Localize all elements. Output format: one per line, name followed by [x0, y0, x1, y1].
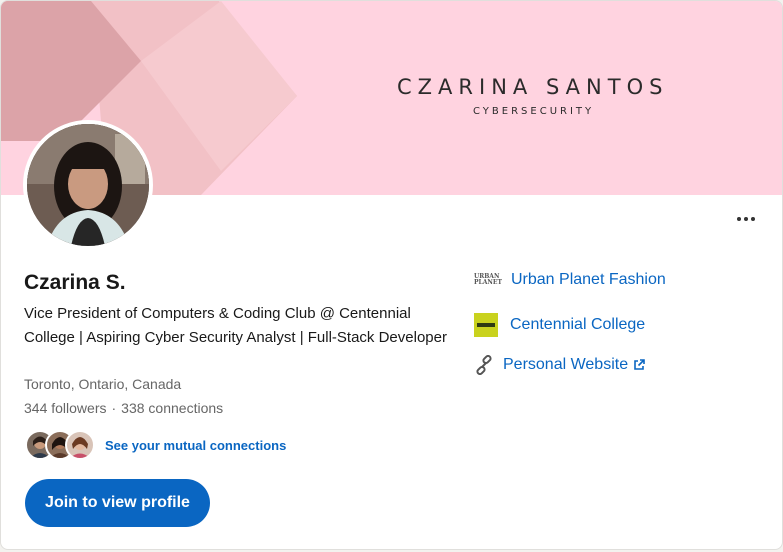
- company-link[interactable]: URBAN PLANET Urban Planet Fashion: [474, 270, 666, 290]
- profile-card: CZARINA SANTOS CYBERSECURITY Czarina S. …: [0, 0, 783, 550]
- profile-stats: 344 followers · 338 connections: [24, 400, 223, 416]
- mutual-avatars: [25, 430, 97, 460]
- website-link-label[interactable]: Personal Website: [503, 356, 628, 374]
- external-link-icon: [634, 359, 645, 370]
- more-options-button[interactable]: [729, 207, 763, 231]
- urban-planet-logo: URBAN PLANET: [474, 273, 502, 286]
- profile-headline: Vice President of Computers & Coding Clu…: [24, 305, 447, 346]
- school-link-label[interactable]: Centennial College: [510, 316, 645, 334]
- more-horizontal-icon: [737, 217, 741, 221]
- link-icon: [476, 355, 492, 375]
- banner-subtitle: CYBERSECURITY: [473, 106, 595, 117]
- followers-count: 344 followers: [24, 400, 107, 416]
- connections-count: 338 connections: [121, 400, 224, 416]
- mutual-connections[interactable]: See your mutual connections: [25, 430, 286, 460]
- profile-location: Toronto, Ontario, Canada: [24, 376, 182, 392]
- mutual-avatar: [65, 430, 95, 460]
- school-link[interactable]: Centennial College: [474, 313, 645, 337]
- join-to-view-profile-button[interactable]: Join to view profile: [25, 479, 210, 527]
- stats-separator: ·: [111, 400, 117, 416]
- profile-avatar[interactable]: [23, 120, 153, 250]
- mutual-connections-link[interactable]: See your mutual connections: [105, 438, 286, 453]
- profile-name: Czarina S.: [24, 271, 126, 294]
- banner-title: CZARINA SANTOS: [397, 75, 669, 99]
- website-link[interactable]: Personal Website: [474, 355, 645, 375]
- company-link-label[interactable]: Urban Planet Fashion: [511, 271, 666, 289]
- centennial-college-logo: [474, 313, 498, 337]
